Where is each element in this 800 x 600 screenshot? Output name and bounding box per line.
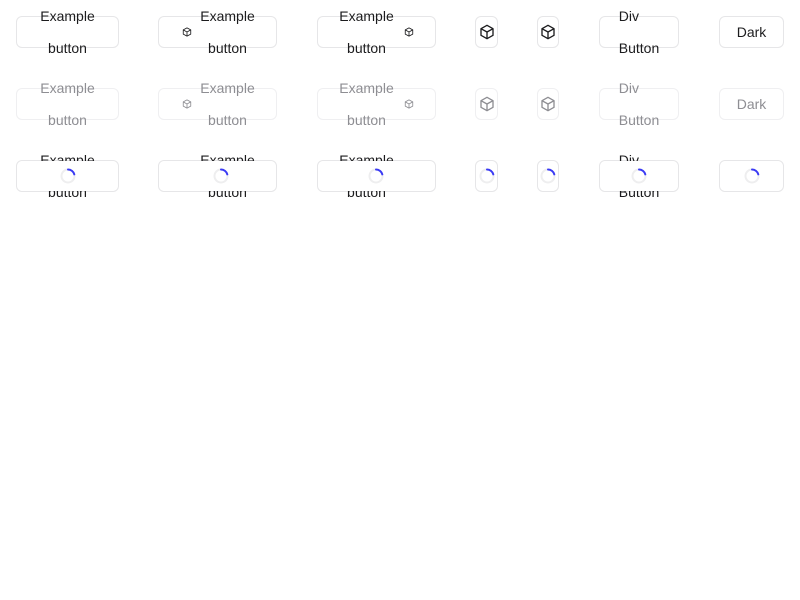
example-button-icon-right-default[interactable]: Example button [317, 8, 436, 56]
spinner-icon [213, 168, 229, 184]
loading-overlay [720, 161, 783, 191]
div-button-loading[interactable]: Div Button [599, 152, 679, 200]
cube-icon [540, 24, 556, 40]
button-label: Dark [736, 96, 767, 112]
icon-button-small-default[interactable] [537, 16, 559, 48]
icon-button-loading[interactable] [475, 160, 498, 192]
button-label: Div Button [618, 8, 660, 56]
dark-button-default[interactable]: Dark [719, 16, 784, 48]
button-label: Example button [40, 8, 95, 56]
button-label: Dark [736, 24, 767, 40]
cube-icon [182, 27, 192, 37]
dark-button-loading[interactable] [719, 160, 784, 192]
button-label: Div Button [618, 80, 660, 128]
example-button-icon-left-loading[interactable]: Example button [158, 152, 277, 200]
cube-icon [404, 99, 414, 109]
button-label: Example button [339, 80, 394, 128]
button-label: Example button [40, 80, 95, 128]
example-button-default[interactable]: Example button [16, 8, 119, 56]
cube-icon [404, 27, 414, 37]
loading-overlay [17, 161, 118, 191]
spinner-icon [60, 168, 76, 184]
spinner-icon [479, 168, 495, 184]
loading-overlay [476, 161, 497, 191]
icon-button-default[interactable] [475, 16, 498, 48]
dark-button-disabled[interactable]: Dark [719, 88, 784, 120]
button-label: Example button [339, 8, 394, 56]
loading-overlay [538, 161, 558, 191]
loading-overlay [600, 161, 678, 191]
example-button-icon-left-default[interactable]: Example button [158, 8, 277, 56]
button-label: Example button [200, 80, 255, 128]
example-button-icon-left-disabled[interactable]: Example button [158, 80, 277, 128]
button-label: Example button [200, 8, 255, 56]
spinner-icon [368, 168, 384, 184]
loading-overlay [318, 161, 435, 191]
cube-icon [540, 96, 556, 112]
spinner-icon [744, 168, 760, 184]
icon-button-small-loading[interactable] [537, 160, 559, 192]
cube-icon [479, 24, 495, 40]
cube-icon [182, 99, 192, 109]
spinner-icon [631, 168, 647, 184]
icon-button-disabled[interactable] [475, 88, 498, 120]
div-button-disabled[interactable]: Div Button [599, 80, 679, 128]
icon-button-small-disabled[interactable] [537, 88, 559, 120]
div-button-default[interactable]: Div Button [599, 8, 679, 56]
loading-overlay [159, 161, 276, 191]
cube-icon [479, 96, 495, 112]
example-button-icon-right-disabled[interactable]: Example button [317, 80, 436, 128]
example-button-icon-right-loading[interactable]: Example button [317, 152, 436, 200]
example-button-loading[interactable]: Example button [16, 152, 119, 200]
spinner-icon [540, 168, 556, 184]
example-button-disabled[interactable]: Example button [16, 80, 119, 128]
